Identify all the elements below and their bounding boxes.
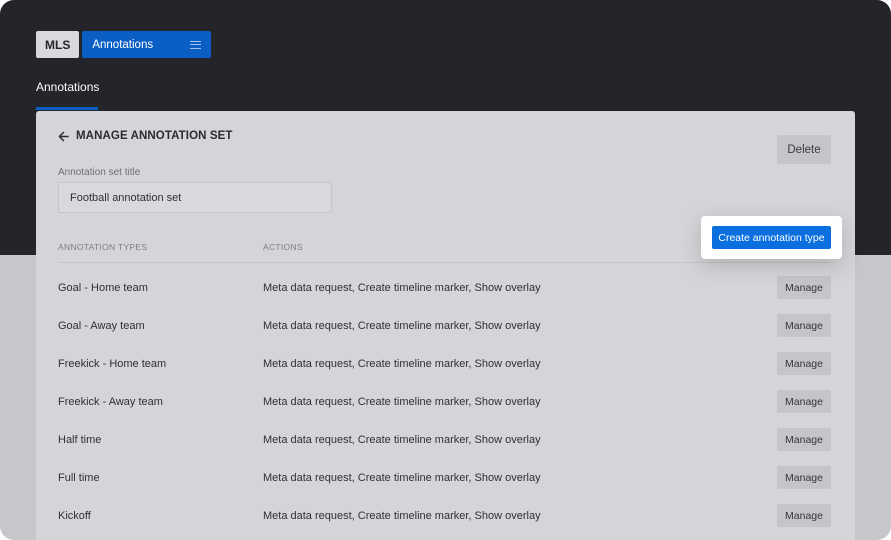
section-switcher-label: Annotations — [92, 38, 154, 51]
delete-button[interactable]: Delete — [777, 135, 831, 164]
title-field-label: Annotation set title — [58, 167, 141, 178]
manage-button[interactable]: Manage — [777, 428, 831, 451]
create-annotation-type-spotlight: Create annotation type — [701, 216, 842, 259]
annotation-set-title-input[interactable] — [58, 182, 332, 213]
page-title: MANAGE ANNOTATION SET — [76, 130, 233, 142]
table-row: Goal - Away team Meta data request, Crea… — [36, 311, 855, 349]
annotation-type-name: Freekick - Away team — [58, 396, 163, 408]
app-frame: MLS Annotations Annotations MANAGE ANNOT… — [0, 0, 891, 540]
manage-button[interactable]: Manage — [777, 314, 831, 337]
annotation-type-actions: Meta data request, Create timeline marke… — [263, 472, 541, 484]
annotation-type-actions: Meta data request, Create timeline marke… — [263, 396, 541, 408]
header-divider — [58, 262, 831, 263]
annotation-type-name: Freekick - Home team — [58, 358, 167, 370]
table-row: Full time Meta data request, Create time… — [36, 463, 855, 501]
manage-button[interactable]: Manage — [777, 352, 831, 375]
annotation-type-actions: Meta data request, Create timeline marke… — [263, 510, 541, 522]
column-header-types: ANNOTATION TYPES — [58, 242, 148, 252]
manage-button[interactable]: Manage — [777, 390, 831, 413]
active-tab-indicator — [36, 107, 98, 110]
section-switcher-button[interactable]: Annotations — [82, 31, 212, 58]
manage-annotation-set-card: MANAGE ANNOTATION SET Delete Annotation … — [36, 111, 855, 540]
annotation-type-name: Goal - Home team — [58, 282, 148, 294]
table-row: Half time Meta data request, Create time… — [36, 425, 855, 463]
table-row: Goal - Home team Meta data request, Crea… — [36, 273, 855, 311]
annotation-type-actions: Meta data request, Create timeline marke… — [263, 282, 541, 294]
table-row: Kickoff Meta data request, Create timeli… — [36, 501, 855, 539]
annotation-type-actions: Meta data request, Create timeline marke… — [263, 358, 541, 370]
card-header: MANAGE ANNOTATION SET — [58, 130, 233, 142]
annotation-type-actions: Meta data request, Create timeline marke… — [263, 434, 541, 446]
annotation-type-name: Full time — [58, 472, 100, 484]
annotation-type-name: Goal - Away team — [58, 320, 145, 332]
manage-button[interactable]: Manage — [777, 504, 831, 527]
annotation-type-name: Kickoff — [58, 510, 91, 522]
annotation-type-actions: Meta data request, Create timeline marke… — [263, 320, 541, 332]
arrow-left-icon[interactable] — [58, 131, 69, 142]
menu-icon — [190, 40, 202, 49]
annotation-type-name: Half time — [58, 434, 102, 446]
table-row: Freekick - Away team Meta data request, … — [36, 387, 855, 425]
annotation-types-table: Goal - Home team Meta data request, Crea… — [36, 273, 855, 539]
column-header-actions: ACTIONS — [263, 242, 303, 252]
tab-annotations[interactable]: Annotations — [36, 80, 99, 94]
org-button[interactable]: MLS — [36, 31, 80, 58]
manage-button[interactable]: Manage — [777, 466, 831, 489]
table-row: Freekick - Home team Meta data request, … — [36, 349, 855, 387]
create-annotation-type-button[interactable]: Create annotation type — [712, 226, 831, 249]
manage-button[interactable]: Manage — [777, 276, 831, 299]
top-toolbar: MLS Annotations — [36, 31, 212, 58]
